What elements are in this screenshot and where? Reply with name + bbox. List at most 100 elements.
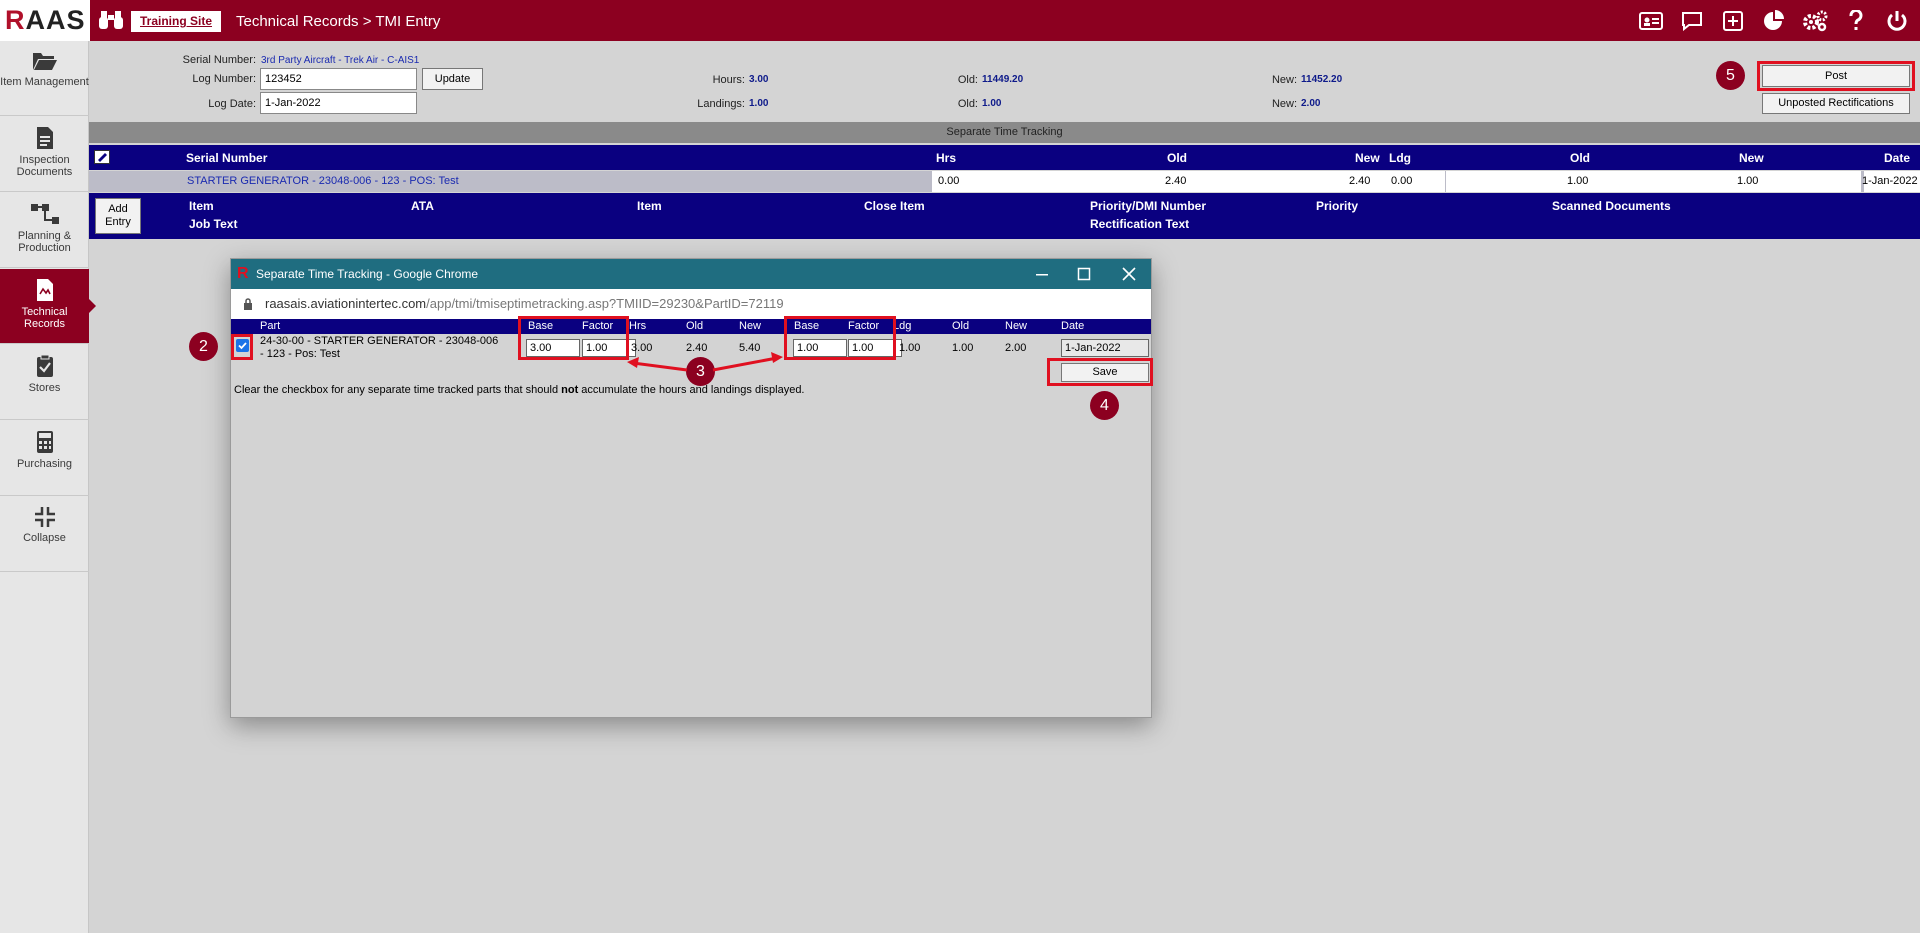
plus-square-icon[interactable] [1718,8,1748,34]
col-new-2: New [1005,320,1028,332]
document-icon [36,127,53,149]
clipboard-check-icon [36,354,53,377]
popup-title-bar: R Separate Time Tracking - Google Chrome [231,259,1151,289]
minimize-icon[interactable] [1035,267,1049,281]
raas-logo[interactable]: RAAS [0,0,90,41]
col-ldg: Ldg [1389,151,1411,165]
row-old-2: 1.00 [1567,175,1589,187]
sidebar-item-collapse[interactable]: Collapse [0,497,89,572]
id-card-icon[interactable] [1636,8,1666,34]
log-date-input[interactable] [260,92,417,114]
sidebar-item-label: Inspection Documents [16,154,73,178]
log-number-input[interactable] [260,68,417,90]
col-hrs: Hrs [936,151,957,165]
separate-time-tracking-columns: Serial Number Hrs Old New Ldg Old New Da… [89,145,1920,170]
col-new-2: New [1739,151,1764,165]
row-new: 2.40 [1349,175,1371,187]
raas-app-icon: R [237,265,249,282]
calculator-icon [36,431,53,453]
serial-number-link[interactable]: 3rd Party Aircraft - Trek Air - C-AIS1 [261,55,419,66]
col-old: Old [1167,151,1187,165]
collapse-icon [34,507,55,527]
comment-icon[interactable] [1677,8,1707,34]
sidebar-item-label: Collapse [23,532,66,544]
popup-title: Separate Time Tracking - Google Chrome [256,267,479,281]
col-ata: ATA [411,199,434,213]
sidebar-item-item-management[interactable]: Item Management [0,41,89,116]
flow-icon [30,204,59,224]
col-old: Old [686,320,704,332]
date-input[interactable] [1061,339,1149,357]
col-old-2: Old [952,320,970,332]
sidebar-item-label: Technical Records [21,306,68,330]
instruction-note: Clear the checkbox for any separate time… [234,384,805,396]
col-hrs: Hrs [629,320,647,332]
row-ldg: 0.00 [1391,175,1413,187]
popup-columns: Part Base Factor Hrs Old New Base Factor… [231,319,1151,334]
col-date: Date [1061,320,1085,332]
separate-time-tracking-header: Separate Time Tracking [89,122,1920,143]
new-hours-label: New: [1271,74,1297,86]
sidebar-item-label: Purchasing [16,458,73,470]
col-rectification-text: Rectification Text [1090,217,1190,231]
callout-2: 2 [189,332,218,361]
power-icon[interactable] [1882,8,1912,34]
row-old: 2.40 [1165,175,1187,187]
hours-value: 3.00 [749,74,769,85]
col-item: Item [189,199,214,213]
old-hours-label: Old: [957,74,978,86]
edit-icon[interactable] [94,150,110,164]
row-serial-link[interactable]: STARTER GENERATOR - 23048-006 - 123 - PO… [187,175,459,187]
sidebar-item-purchasing[interactable]: Purchasing [0,421,89,496]
callout-5: 5 [1716,61,1745,90]
sidebar-item-label: Item Management [0,76,89,88]
add-entry-button[interactable]: Add Entry [95,198,141,234]
landings-label: Landings: [697,98,745,110]
col-job-text: Job Text [189,217,238,231]
sidebar-item-inspection-documents[interactable]: Inspection Documents [0,117,89,192]
col-item-2: Item [637,199,662,213]
row-landings-cells [1446,171,1861,192]
sidebar-item-label: Planning & Production [17,230,72,254]
part-description-line-1: 24-30-00 - STARTER GENERATOR - 23048-006 [260,335,499,347]
url-host: raasais.aviationintertec.com [265,296,427,311]
log-date-label: Log Date: [208,98,256,110]
hours-inputs-highlight-box [518,316,629,360]
training-site-link[interactable]: Training Site [131,11,222,32]
col-old-2: Old [1570,151,1590,165]
popup-address-bar[interactable]: raasais.aviationintertec.com/app/tmi/tmi… [231,289,1151,319]
col-serial-number: Serial Number [186,151,268,165]
col-new: New [739,320,762,332]
new-hours-value: 11452.20 [1301,74,1343,85]
old-landings-value: 1.00 [982,98,1002,109]
help-icon[interactable] [1841,8,1871,34]
url-path: /app/tmi/tmiseptimetracking.asp?TMIID=29… [426,296,784,311]
update-button[interactable]: Update [422,68,483,90]
row-hrs: 0.00 [938,175,960,187]
col-part: Part [260,320,281,332]
row-new-2: 2.00 [1005,342,1027,354]
row-ldg: 1.00 [899,342,921,354]
post-highlight-box [1757,61,1915,91]
serial-number-label: Serial Number: [182,54,256,66]
hours-label: Hours: [712,74,745,86]
old-landings-label: Old: [957,98,978,110]
sidebar-item-stores[interactable]: Stores [0,345,89,420]
row-old-2: 1.00 [952,342,974,354]
col-new: New [1355,151,1380,165]
old-hours-value: 11449.20 [982,74,1024,85]
close-icon[interactable] [1122,267,1136,281]
binoculars-icon[interactable] [98,9,124,31]
new-landings-label: New: [1271,98,1297,110]
sidebar-item-technical-records[interactable]: Technical Records [0,269,96,344]
top-bar: RAAS Training Site Technical Records > T… [0,0,1920,41]
gears-icon[interactable] [1800,8,1830,34]
table-row[interactable]: STARTER GENERATOR - 23048-006 - 123 - PO… [89,171,1920,192]
log-number-label: Log Number: [192,73,256,85]
new-landings-value: 2.00 [1301,98,1321,109]
maximize-icon[interactable] [1077,267,1091,281]
pie-chart-icon[interactable] [1759,8,1789,34]
separate-time-tracking-window: R Separate Time Tracking - Google Chrome… [230,258,1152,718]
unposted-rectifications-button[interactable]: Unposted Rectifications [1762,93,1910,114]
sidebar-item-planning-production[interactable]: Planning & Production [0,193,89,268]
